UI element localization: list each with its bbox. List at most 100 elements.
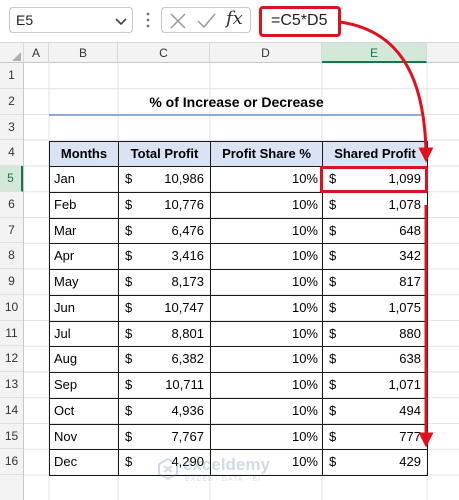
profit-share-cell[interactable]: 10% xyxy=(210,217,323,245)
shared-profit-cell[interactable]: $817 xyxy=(322,269,428,296)
header-cell[interactable]: Total Profit xyxy=(118,141,211,167)
row-header-3[interactable]: 3 xyxy=(0,115,23,141)
shared-profit-cell[interactable]: $777 xyxy=(322,423,428,451)
profit-share-cell[interactable]: 10% xyxy=(210,372,323,399)
column-header-b[interactable]: B xyxy=(49,43,118,63)
month-cell[interactable]: Feb xyxy=(49,191,119,219)
header-cell[interactable]: Shared Profit xyxy=(322,141,428,167)
month-cell[interactable]: Jul xyxy=(49,320,119,348)
column-header-e[interactable]: E xyxy=(322,43,427,63)
total-profit-cell[interactable]: $10,776 xyxy=(118,191,211,219)
shared-profit-cell[interactable]: $1,078 xyxy=(322,191,428,219)
total-profit-cell[interactable]: $6,476 xyxy=(118,217,211,245)
row-header-9[interactable]: 9 xyxy=(0,269,23,295)
table-row: Aug $6,382 10% $638 xyxy=(49,346,428,373)
row-header-6[interactable]: 6 xyxy=(0,192,23,218)
shared-profit-cell[interactable]: $342 xyxy=(322,243,428,270)
shared-profit-cell[interactable]: $648 xyxy=(322,217,428,245)
total-profit-cell[interactable]: $3,416 xyxy=(118,243,211,270)
profit-share-cell[interactable]: 10% xyxy=(210,269,323,296)
row-header-13[interactable]: 13 xyxy=(0,372,23,398)
shared-profit-cell[interactable]: $880 xyxy=(322,320,428,348)
month-label: Jun xyxy=(54,299,75,315)
month-label: Apr xyxy=(54,248,75,264)
row-header-10[interactable]: 10 xyxy=(0,295,23,321)
shared-profit-cell[interactable]: $494 xyxy=(322,397,428,425)
shared-profit-value: 880 xyxy=(399,325,421,341)
profit-share-cell[interactable]: 10% xyxy=(210,397,323,425)
currency-symbol: $ xyxy=(329,299,337,315)
chevron-down-icon[interactable] xyxy=(113,13,129,29)
profit-share-cell[interactable]: 10% xyxy=(210,243,323,270)
month-cell[interactable]: Dec xyxy=(49,449,119,476)
total-profit-cell[interactable]: $10,711 xyxy=(118,372,211,399)
total-profit-cell[interactable]: $8,173 xyxy=(118,269,211,296)
name-box-value: E5 xyxy=(16,12,34,28)
total-profit-value: 10,711 xyxy=(165,377,204,392)
shared-profit-cell[interactable]: $638 xyxy=(322,346,428,373)
month-cell[interactable]: Mar xyxy=(49,217,119,245)
profit-share-cell[interactable]: 10% xyxy=(210,166,323,193)
header-cell[interactable]: Profit Share % xyxy=(210,141,323,167)
profit-share-cell[interactable]: 10% xyxy=(210,346,323,373)
shared-profit-value: 494 xyxy=(399,402,421,418)
currency-symbol: $ xyxy=(329,402,337,418)
profit-share-value: 10% xyxy=(291,274,318,289)
month-cell[interactable]: Sep xyxy=(49,372,119,399)
total-profit-cell[interactable]: $7,767 xyxy=(118,423,211,451)
profit-share-value: 10% xyxy=(291,248,318,264)
row-header-15[interactable]: 15 xyxy=(0,424,23,450)
month-cell[interactable]: Apr xyxy=(49,243,119,270)
profit-share-cell[interactable]: 10% xyxy=(210,294,323,322)
column-header-c[interactable]: C xyxy=(118,43,210,63)
table-row: Sep $10,711 10% $1,071 xyxy=(49,372,428,399)
formula-input[interactable]: =C5*D5 xyxy=(259,6,341,37)
currency-symbol: $ xyxy=(125,351,133,367)
total-profit-cell[interactable]: $8,801 xyxy=(118,320,211,348)
row-header-1[interactable]: 1 xyxy=(0,63,23,89)
total-profit-cell[interactable]: $4,936 xyxy=(118,397,211,425)
month-cell[interactable]: Oct xyxy=(49,397,119,425)
shared-profit-cell[interactable]: $1,071 xyxy=(322,372,428,399)
shared-profit-value: 1,078 xyxy=(388,196,421,212)
total-profit-cell[interactable]: $6,382 xyxy=(118,346,211,373)
shared-profit-cell[interactable]: $429 xyxy=(322,449,428,476)
month-cell[interactable]: Jun xyxy=(49,294,119,322)
table-row: Apr $3,416 10% $342 xyxy=(49,243,428,270)
profit-share-cell[interactable]: 10% xyxy=(210,191,323,219)
currency-symbol: $ xyxy=(125,171,133,186)
row-header-12[interactable]: 12 xyxy=(0,346,23,372)
column-header-d[interactable]: D xyxy=(210,43,322,63)
total-profit-cell[interactable]: $10,986 xyxy=(118,166,211,193)
row-header-5[interactable]: 5 xyxy=(0,166,23,192)
profit-share-cell[interactable]: 10% xyxy=(210,423,323,451)
currency-symbol: $ xyxy=(125,325,133,341)
currency-symbol: $ xyxy=(125,274,133,289)
total-profit-cell[interactable]: $10,747 xyxy=(118,294,211,322)
row-header-16[interactable]: 16 xyxy=(0,449,23,475)
column-header-a[interactable]: A xyxy=(24,43,49,63)
month-cell[interactable]: May xyxy=(49,269,119,296)
select-all-corner[interactable] xyxy=(0,43,24,63)
row-header-7[interactable]: 7 xyxy=(0,218,23,244)
name-box[interactable]: E5 xyxy=(9,7,133,33)
row-header-4[interactable]: 4 xyxy=(0,140,23,166)
month-label: Oct xyxy=(54,402,75,418)
row-header-8[interactable]: 8 xyxy=(0,243,23,269)
header-cell[interactable]: Months xyxy=(49,141,119,167)
currency-symbol: $ xyxy=(125,248,133,264)
enter-check-icon[interactable] xyxy=(196,11,216,31)
profit-share-cell[interactable]: 10% xyxy=(210,320,323,348)
month-cell[interactable]: Aug xyxy=(49,346,119,373)
shared-profit-cell[interactable]: $1,075 xyxy=(322,294,428,322)
row-header-14[interactable]: 14 xyxy=(0,398,23,424)
insert-function-icon[interactable]: fx xyxy=(226,8,243,29)
cancel-icon[interactable] xyxy=(168,11,188,31)
row-header-11[interactable]: 11 xyxy=(0,321,23,347)
month-cell[interactable]: Jan xyxy=(49,166,119,193)
table-row: Oct $4,936 10% $494 xyxy=(49,397,428,425)
table-row: Feb $10,776 10% $1,078 xyxy=(49,191,428,219)
currency-symbol: $ xyxy=(329,248,337,264)
month-cell[interactable]: Nov xyxy=(49,423,119,451)
row-header-2[interactable]: 2 xyxy=(0,89,23,115)
